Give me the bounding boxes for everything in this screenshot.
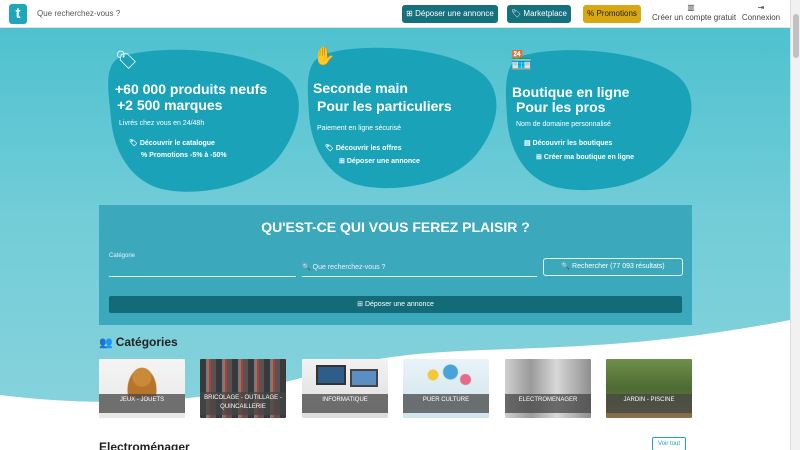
plus-square-icon: ⊞ — [406, 9, 416, 18]
deposer-annonce-link[interactable]: ⊞ Déposer une annonce — [339, 157, 420, 165]
hero-card-catalogue[interactable]: 🏷 +60 000 produits neufs +2 500 marques … — [103, 48, 303, 198]
top-navbar: t Que recherchez-vous ? ⊞ Déposer une an… — [0, 0, 790, 28]
category-card-puericulture[interactable]: PUER CULTURE — [403, 359, 489, 418]
store-icon: 🏪 — [510, 50, 533, 70]
top-search-input[interactable]: Que recherchez-vous ? — [37, 9, 120, 18]
electromenager-section-title: Electroménager — [99, 440, 190, 450]
search-submit-button[interactable]: 🔍 Rechercher (77 093 résultats) — [543, 258, 683, 276]
monitor-image — [350, 369, 378, 387]
search-query-input[interactable]: 🔍 Que recherchez-vous ? — [302, 263, 385, 271]
create-account-link[interactable]: ▥ Créer un compte gratuit — [652, 3, 736, 22]
categories-heading-text: Catégories — [115, 335, 178, 349]
discover-offers-label: Découvrir les offres — [335, 145, 402, 152]
see-all-button[interactable]: Voir tout — [652, 437, 686, 450]
plus-square-icon: ⊞ — [357, 301, 365, 308]
create-shop-label: Créer ma boutique en ligne — [543, 154, 635, 161]
promotions-link-label: Promotions -5% à -50% — [149, 152, 227, 159]
search-submit-label: Rechercher (77 093 résultats) — [572, 263, 665, 270]
page-scrollbar[interactable] — [790, 0, 800, 450]
deposer-annonce-label: Déposer une annonce — [415, 9, 494, 18]
hero-card-seconde-main[interactable]: ✋ Seconde main Pour les particuliers Pai… — [303, 44, 503, 194]
hero-card-subtitle: Paiement en ligne sécurisé — [317, 125, 402, 132]
discover-catalogue-link[interactable]: 🏷 Découvrir le catalogue — [129, 139, 215, 147]
promotions-button[interactable]: % Promotions — [583, 5, 641, 23]
tags-icon: 🏷 — [115, 50, 138, 70]
baby-items-image — [423, 363, 473, 393]
hero-card-subtitle: Nom de domaine personnalisé — [516, 121, 611, 128]
hero-card-title: Boutique en ligne — [512, 84, 630, 100]
category-card-label: INFORMATIQUE — [302, 394, 388, 413]
marketplace-label: Marketplace — [523, 9, 567, 18]
site-logo[interactable]: t — [9, 4, 27, 24]
hero-card-title: +60 000 produits neufs — [115, 81, 268, 97]
category-card-label: BRICOLAGE - OUTILLAGE - QUINCAILLERIE — [200, 392, 286, 415]
category-card-jardin-piscine[interactable]: JARDIN - PISCINE — [606, 359, 692, 418]
search-icon: 🔍 — [561, 263, 573, 270]
hero-card-title-line2: +2 500 marques — [117, 97, 223, 113]
category-card-label: PUER CULTURE — [403, 394, 489, 413]
create-shop-link[interactable]: ⊞ Créer ma boutique en ligne — [536, 153, 634, 161]
users-icon: 👥 — [99, 337, 113, 349]
categories-heading: 👥 Catégories — [99, 335, 178, 349]
search-query-placeholder: Que recherchez-vous ? — [312, 264, 386, 271]
category-select-label: Catégorie — [109, 253, 136, 259]
hero-card-title-line2: Pour les pros — [516, 99, 606, 115]
discover-offers-link[interactable]: 🏷 Découvrir les offres — [325, 144, 402, 152]
category-card-label: JEUX - JOUETS — [99, 394, 185, 413]
category-card-electromenager[interactable]: ELECTROMENAGER — [505, 359, 591, 418]
scrollbar-thumb[interactable] — [793, 14, 799, 58]
login-link[interactable]: ⇥ Connexion — [740, 3, 782, 22]
discover-shops-label: Découvrir les boutiques — [532, 140, 613, 147]
deposer-annonce-link-label: Déposer une annonce — [346, 158, 420, 165]
promotions-link[interactable]: % Promotions -5% à -50% — [141, 152, 227, 159]
hero-card-subtitle: Livrés chez vous en 24/48h — [119, 120, 205, 127]
promotions-label: Promotions — [596, 9, 637, 18]
category-card-label: ELECTROMENAGER — [505, 394, 591, 413]
discover-catalogue-label: Découvrir le catalogue — [139, 140, 215, 147]
sign-in-icon: ⇥ — [757, 3, 765, 12]
deposer-annonce-button[interactable]: ⊞ Déposer une annonce — [402, 5, 498, 23]
create-account-label: Créer un compte gratuit — [652, 13, 737, 22]
marketplace-button[interactable]: 🏷 Marketplace — [507, 5, 571, 23]
search-panel-title: QU'EST-CE QUI VOUS FEREZ PLAISIR ? — [261, 219, 530, 235]
chart-icon: ▥ — [687, 3, 695, 12]
category-card-informatique[interactable]: INFORMATIQUE — [302, 359, 388, 418]
category-select[interactable] — [109, 276, 296, 277]
panel-deposer-annonce-button[interactable]: ⊞ Déposer une annonce — [109, 296, 682, 313]
panel-deposer-annonce-label: Déposer une annonce — [364, 301, 434, 308]
tags-icon: 🏷 — [511, 9, 524, 18]
login-label: Connexion — [741, 13, 781, 22]
laptop-image — [316, 365, 346, 385]
discover-shops-link[interactable]: ▤ Découvrir les boutiques — [524, 139, 612, 147]
category-card-bricolage[interactable]: BRICOLAGE - OUTILLAGE - QUINCAILLERIE — [200, 359, 286, 418]
category-card-label: JARDIN - PISCINE — [606, 394, 692, 413]
category-card-jeux-jouets[interactable]: JEUX - JOUETS — [99, 359, 185, 418]
hero-card-title: Seconde main — [313, 80, 408, 96]
hand-heart-icon: ✋ — [313, 46, 336, 66]
hero-card-title-line2: Pour les particuliers — [317, 98, 452, 114]
hero-card-boutique[interactable]: 🏪 Boutique en ligne Pour les pros Nom de… — [502, 46, 697, 196]
search-query-underline — [302, 276, 537, 277]
